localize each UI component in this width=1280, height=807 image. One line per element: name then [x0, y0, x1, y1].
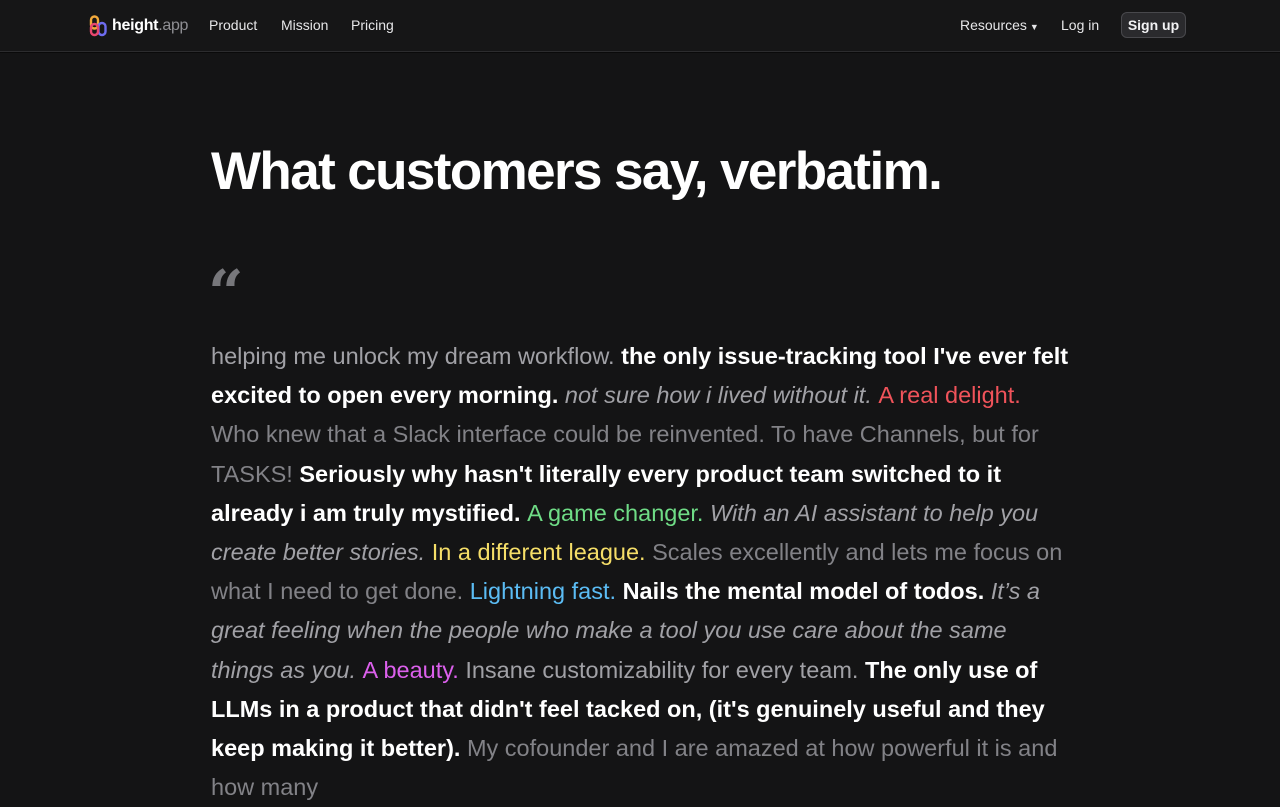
page-title: What customers say, verbatim. — [211, 142, 943, 201]
quote-mark-icon: “ — [208, 256, 244, 329]
brand-suffix: .app — [158, 17, 189, 34]
resources-label: Resources — [960, 17, 1027, 33]
brand-wordmark: height.app — [112, 17, 188, 35]
height-logo-icon — [89, 15, 108, 37]
nav-resources-dropdown[interactable]: Resources ▼ — [960, 16, 1039, 36]
quote-segment: Nails the mental model of todos. — [622, 578, 991, 605]
brand-name: height — [112, 17, 159, 34]
quote-segment: A real delight. — [878, 382, 1021, 409]
testimonials-paragraph: helping me unlock my dream workflow. the… — [211, 337, 1073, 807]
nav-link-product[interactable]: Product — [209, 16, 257, 34]
quote-segment: In a different league. — [431, 539, 653, 566]
signup-button[interactable]: Sign up — [1121, 12, 1186, 38]
brand-logo-link[interactable]: height.app — [89, 14, 188, 38]
nav-link-pricing[interactable]: Pricing — [351, 16, 394, 34]
quote-segment: not sure how i lived without it. — [564, 382, 879, 409]
nav-login-link[interactable]: Log in — [1061, 16, 1099, 34]
quote-segment: Lightning fast. — [469, 578, 623, 605]
quote-segment: helping me unlock my dream workflow. — [211, 343, 622, 369]
quote-segment: A beauty. — [362, 656, 466, 683]
quote-segment: A game changer. — [527, 499, 710, 526]
quote-segment: Insane customizability for every team. — [465, 656, 865, 683]
nav-link-mission[interactable]: Mission — [281, 16, 328, 34]
top-nav: height.app Product Mission Pricing Resou… — [0, 0, 1280, 52]
caret-down-icon: ▼ — [1029, 22, 1039, 32]
